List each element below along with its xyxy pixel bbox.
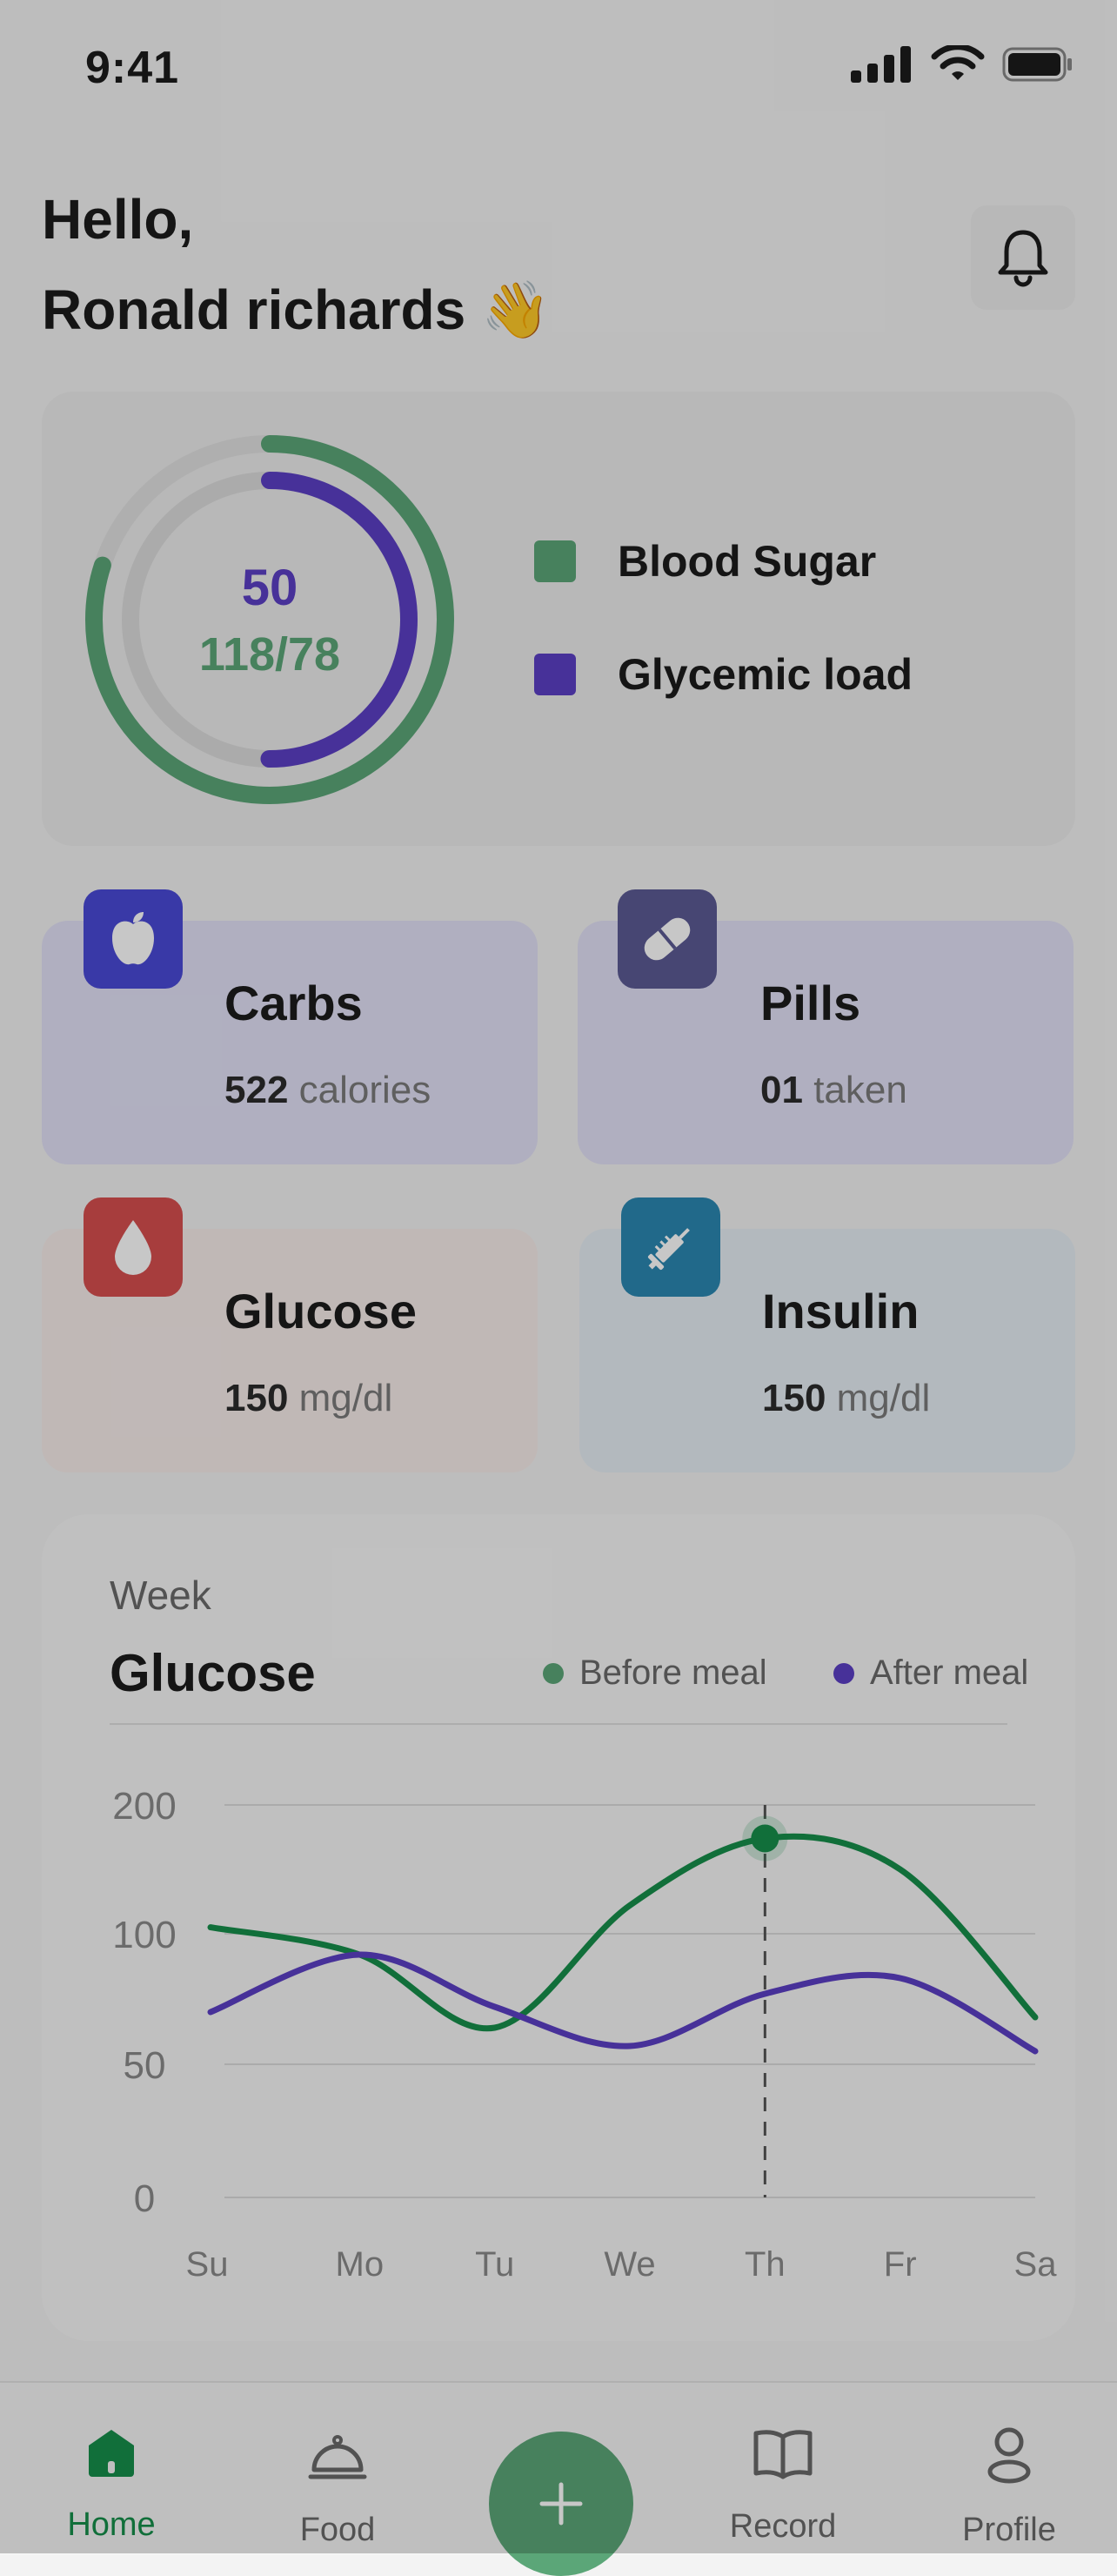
y-tick-label: 50 — [124, 2044, 166, 2087]
x-tick-label: We — [604, 2245, 655, 2284]
y-tick-label: 200 — [112, 1785, 176, 1828]
legend-label: Blood Sugar — [618, 536, 876, 587]
y-tick-label: 0 — [134, 2177, 155, 2220]
highlight-point — [751, 1824, 779, 1852]
glycemic-value: 50 — [242, 559, 298, 617]
nav-record[interactable]: Record — [696, 2426, 870, 2546]
x-tick-label: Mo — [336, 2245, 385, 2284]
glucose-value: 150 mg/dl — [224, 1377, 392, 1420]
person-icon — [985, 2426, 1033, 2484]
wifi-icon — [931, 45, 985, 84]
x-tick-label: Sa — [1014, 2245, 1058, 2284]
legend-swatch-purple — [534, 654, 576, 695]
x-tick-label: Th — [745, 2245, 786, 2284]
status-time: 9:41 — [85, 42, 179, 94]
notifications-button[interactable] — [971, 205, 1075, 310]
pill-icon — [618, 889, 717, 989]
greeting: Hello, Ronald richards 👋 — [42, 174, 551, 355]
nav-label: Home — [24, 2506, 198, 2544]
legend-label: Glycemic load — [618, 649, 913, 700]
pills-card[interactable]: Pills 01 taken — [578, 921, 1074, 1164]
nav-label: Profile — [922, 2512, 1096, 2549]
pills-title: Pills — [760, 975, 860, 1031]
book-icon — [752, 2426, 813, 2480]
carbs-card[interactable]: Carbs 522 calories — [42, 921, 538, 1164]
status-icons — [851, 45, 1074, 84]
summary-card: 50 118/78 Blood Sugar Glycemic load — [42, 392, 1075, 846]
syringe-icon — [621, 1197, 720, 1297]
legend-blood-sugar: Blood Sugar — [534, 536, 876, 587]
series-line-before-meal — [211, 1836, 1035, 2029]
apple-icon — [84, 889, 183, 989]
carbs-title: Carbs — [224, 975, 363, 1031]
nav-profile[interactable]: Profile — [922, 2426, 1096, 2549]
nav-label: Record — [696, 2508, 870, 2546]
y-tick-label: 100 — [112, 1914, 176, 1956]
pills-value: 01 taken — [760, 1069, 907, 1112]
add-button[interactable] — [489, 2432, 633, 2576]
glucose-chart-card: Week Glucose Before meal After meal 2001… — [42, 1514, 1075, 2341]
insulin-value: 150 mg/dl — [762, 1377, 930, 1420]
glucose-line-chart: 200 100 50 0 Su Mo Tu We Th Fr Sa — [42, 1514, 1075, 2341]
home-icon — [84, 2426, 139, 2479]
legend-swatch-green — [534, 540, 576, 582]
glucose-title: Glucose — [224, 1283, 417, 1339]
carbs-value: 522 calories — [224, 1069, 431, 1112]
bottom-nav: Home Food Record Profile — [0, 2381, 1117, 2555]
x-tick-label: Fr — [884, 2245, 917, 2284]
wave-emoji: 👋 — [481, 278, 551, 341]
glucose-card[interactable]: Glucose 150 mg/dl — [42, 1229, 538, 1472]
food-cloche-icon — [307, 2426, 368, 2484]
battery-icon — [1002, 47, 1074, 82]
bell-icon — [996, 227, 1050, 288]
legend-glycemic-load: Glycemic load — [534, 649, 913, 700]
nav-food[interactable]: Food — [251, 2426, 425, 2549]
greeting-line1: Hello, — [42, 174, 551, 265]
nav-home[interactable]: Home — [24, 2426, 198, 2544]
series-line-after-meal — [211, 1955, 1035, 2051]
x-tick-label: Tu — [475, 2245, 514, 2284]
insulin-title: Insulin — [762, 1283, 919, 1339]
drop-icon — [84, 1197, 183, 1297]
plus-icon — [538, 2481, 584, 2526]
blood-sugar-value: 118/78 — [199, 627, 340, 681]
signal-icon — [851, 46, 913, 83]
nav-label: Food — [251, 2512, 425, 2549]
x-tick-label: Su — [186, 2245, 229, 2284]
summary-ring: 50 118/78 — [80, 430, 459, 809]
insulin-card[interactable]: Insulin 150 mg/dl — [579, 1229, 1075, 1472]
user-name: Ronald richards — [42, 278, 465, 341]
